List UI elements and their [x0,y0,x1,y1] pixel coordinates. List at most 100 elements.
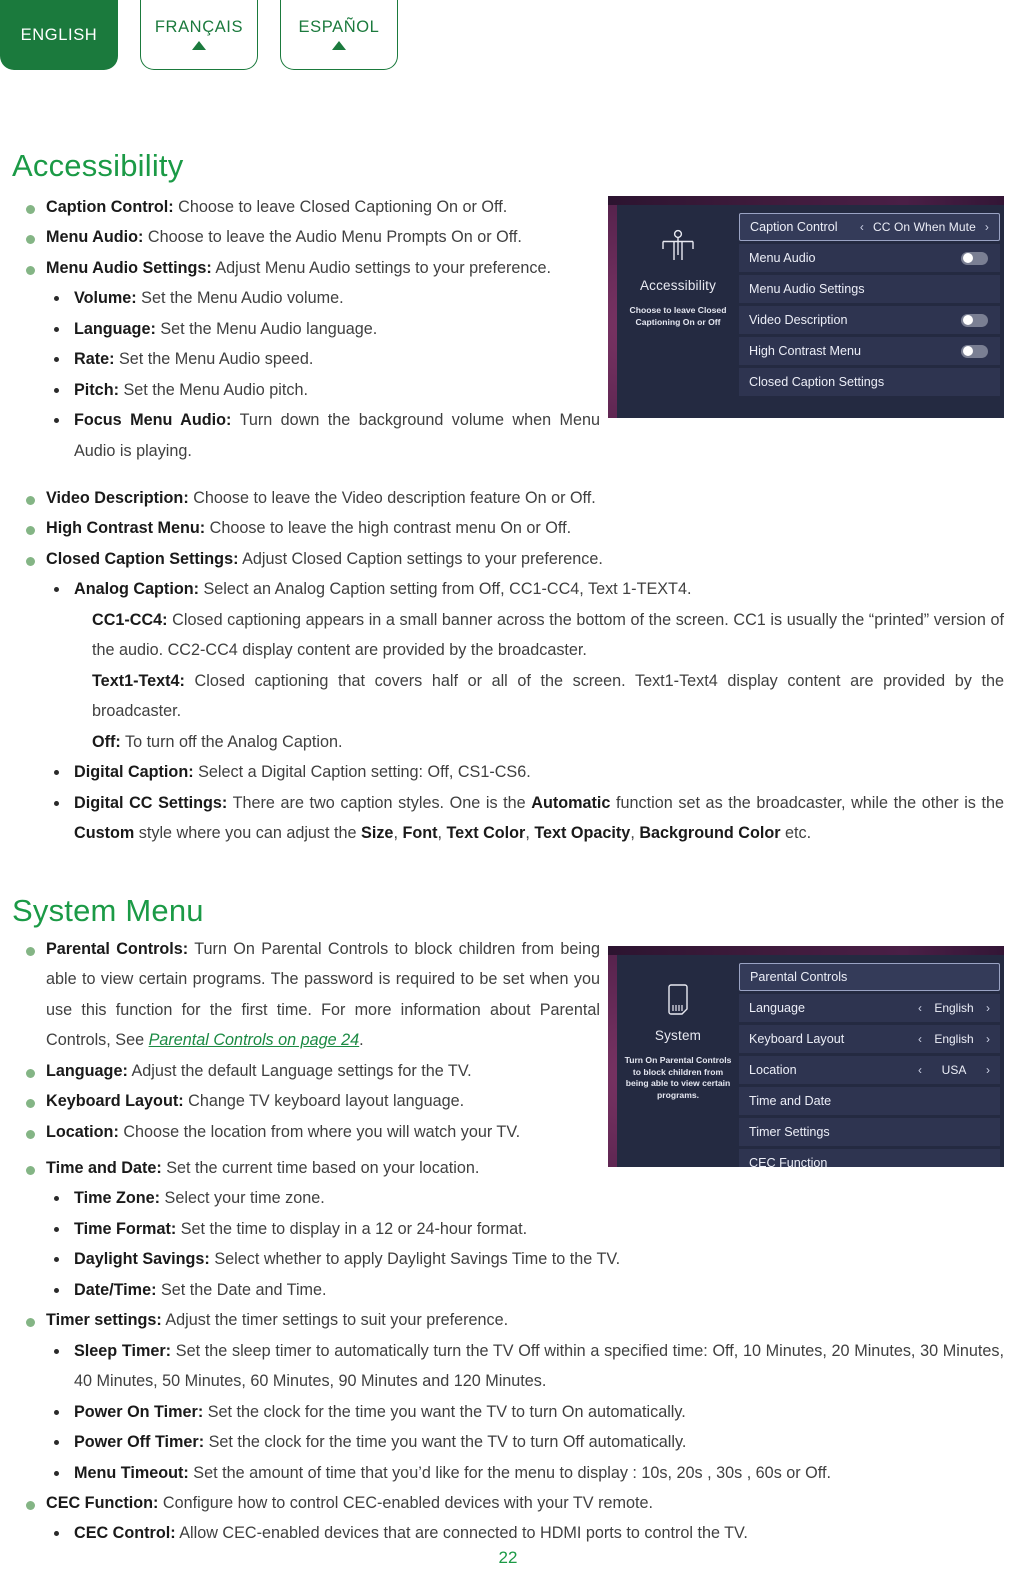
page-number: 22 [498,1548,518,1567]
list-item: Focus Menu Audio: Turn down the backgrou… [12,405,600,466]
chevron-right-icon[interactable]: › [986,1063,990,1077]
list-item-term: Rate: [74,350,115,369]
list-item-term: Daylight Savings: [74,1250,210,1269]
tv-menu-row-parental-controls[interactable]: Parental Controls [739,963,1000,991]
list-item-term: Menu Timeout: [74,1463,189,1482]
list-item: Power Off Timer: Set the clock for the t… [12,1427,1004,1457]
triangle-up-icon [192,41,206,51]
chevron-left-icon[interactable]: ‹ [918,1063,922,1077]
list-item-term: High Contrast Menu: [46,519,206,538]
list-item: Language: Adjust the default Language se… [12,1056,600,1086]
tv-menu-row-value: English [934,1001,974,1015]
screenshot-top-band [608,196,1004,205]
list-item-text: Set the time to display in a 12 or 24-ho… [176,1219,528,1238]
tv-menu-row-video-description[interactable]: Video Description [739,306,1000,334]
list-item: Caption Control: Choose to leave Closed … [12,192,600,222]
video-description-toggle[interactable] [961,313,988,327]
accessibility-person-icon [658,225,698,271]
tv-menu-row-menu-audio[interactable]: Menu Audio [739,244,1000,272]
list-item-term: Closed Caption Settings: [46,549,239,568]
tv-menu-row-label: Location [749,1063,797,1077]
list-item: CEC Function: Configure how to control C… [12,1488,1004,1518]
list-item: Closed Caption Settings: Adjust Closed C… [12,544,1004,574]
tv-menu-row-label: Video Description [749,313,848,327]
list-item: CC1-CC4: Closed captioning appears in a … [12,605,1004,666]
tv-menu-row-timer-settings[interactable]: Timer Settings [739,1118,1000,1146]
list-item: Power On Timer: Set the clock for the ti… [12,1397,1004,1427]
list-item: Date/Time: Set the Date and Time. [12,1275,1004,1305]
list-item-term: CC1-CC4: [92,610,168,629]
list-item: Time Format: Set the time to display in … [12,1214,1004,1244]
language-tab-english[interactable]: ENGLISH [0,0,118,70]
chevron-right-icon[interactable]: › [986,1032,990,1046]
list-item-text: Set the Date and Time. [156,1280,327,1299]
tv-menu-row-list: Caption Control ‹ CC On When Mute › Menu… [739,205,1004,418]
list-item-term: Pitch: [74,380,119,399]
tv-menu-row-closed-caption-settings[interactable]: Closed Caption Settings [739,368,1000,396]
list-item: Text1-Text4: Closed captioning that cove… [12,666,1004,727]
list-item-term: Focus Menu Audio: [74,411,232,430]
list-item-term: Sleep Timer: [74,1341,172,1360]
list-item-text: Set the sleep timer to automatically tur… [74,1341,1004,1391]
list-item-term: Language: [74,319,156,338]
tv-menu-row-location[interactable]: Location ‹ USA › [739,1056,1000,1084]
system-list-wide: Time and Date: Set the current time base… [12,1153,1004,1549]
list-item-text: Choose to leave the Video description fe… [188,489,596,507]
chevron-right-icon[interactable]: › [986,1001,990,1015]
high-contrast-menu-toggle[interactable] [961,344,988,358]
tv-menu-row-high-contrast-menu[interactable]: High Contrast Menu [739,337,1000,365]
list-item: CEC Control: Allow CEC-enabled devices t… [12,1518,1004,1548]
list-item: Menu Audio: Choose to leave the Audio Me… [12,222,600,252]
tv-menu-panel: System Turn On Parental Controls to bloc… [617,955,1004,1167]
tv-menu-row-stepper[interactable]: ‹ English › [918,1032,990,1046]
tv-menu-row-label: Menu Audio [749,251,816,265]
tv-menu-row-stepper[interactable]: ‹ USA › [918,1063,990,1077]
tv-menu-row-label: Language [749,1001,806,1015]
chevron-left-icon[interactable]: ‹ [918,1032,922,1046]
language-tab-english-label: ENGLISH [20,25,98,44]
tv-menu-row-stepper[interactable]: ‹ CC On When Mute › [860,220,989,234]
list-item-tail: . [359,1031,364,1050]
list-item-text: Adjust the timer settings to suit your p… [161,1311,509,1330]
list-item: Video Description: Choose to leave the V… [12,483,1004,513]
tv-menu-row-caption-control[interactable]: Caption Control ‹ CC On When Mute › [739,213,1000,241]
menu-audio-toggle[interactable] [961,251,988,265]
list-item-text: Set the clock for the time you want the … [204,1433,687,1452]
list-item-parental-controls: Parental Controls: Turn On Parental Cont… [12,934,600,1056]
chevron-left-icon[interactable]: ‹ [860,220,864,234]
list-item-text: Change TV keyboard layout language. [183,1092,465,1111]
tv-menu-row-menu-audio-settings[interactable]: Menu Audio Settings [739,275,1000,303]
tv-menu-category-name: System [654,1028,702,1043]
list-item: Language: Set the Menu Audio language. [12,314,600,344]
list-item-text: Select an Analog Caption setting from Of… [199,580,692,599]
parental-controls-page-link[interactable]: Parental Controls on page 24 [149,1031,360,1049]
list-item: Off: To turn off the Analog Caption. [12,727,1004,757]
system-device-icon [661,975,695,1021]
list-item: Keyboard Layout: Change TV keyboard layo… [12,1086,600,1116]
tv-menu-row-label: Timer Settings [749,1125,830,1139]
list-item-term: Menu Audio Settings: [46,258,212,277]
list-item-text: Choose to leave the high contrast menu O… [205,519,572,538]
list-item-text: Set the amount of time that you’d like f… [188,1463,831,1482]
list-item-term: Power On Timer: [74,1402,204,1421]
list-item: Location: Choose the location from where… [12,1117,600,1147]
chevron-right-icon[interactable]: › [985,220,989,234]
list-item-term: CEC Control: [74,1524,176,1543]
dcc-part2: function set as the broadcaster, while t… [610,793,1005,812]
tv-menu-row-keyboard-layout[interactable]: Keyboard Layout ‹ English › [739,1025,1000,1053]
tv-menu-row-language[interactable]: Language ‹ English › [739,994,1000,1022]
tv-menu-row-label: Menu Audio Settings [749,282,865,296]
accessibility-section-title: Accessibility [12,148,184,183]
list-item-term: Time and Date: [46,1159,162,1177]
list-item-text: Closed captioning that covers half or al… [92,671,1004,721]
chevron-left-icon[interactable]: ‹ [918,1001,922,1015]
list-item: Volume: Set the Menu Audio volume. [12,283,600,313]
list-item-text: Set the Menu Audio language. [155,319,378,338]
tv-menu-row-stepper[interactable]: ‹ English › [918,1001,990,1015]
tv-menu-category-pane: Accessibility Choose to leave Closed Cap… [617,205,739,418]
list-item: Timer settings: Adjust the timer setting… [12,1305,1004,1335]
dcc-part3: style where you can adjust the [134,823,362,842]
language-tab-espanol[interactable]: ESPAÑOL [280,0,398,70]
language-tab-francais[interactable]: FRANÇAIS [140,0,258,70]
tv-menu-row-time-and-date[interactable]: Time and Date [739,1087,1000,1115]
